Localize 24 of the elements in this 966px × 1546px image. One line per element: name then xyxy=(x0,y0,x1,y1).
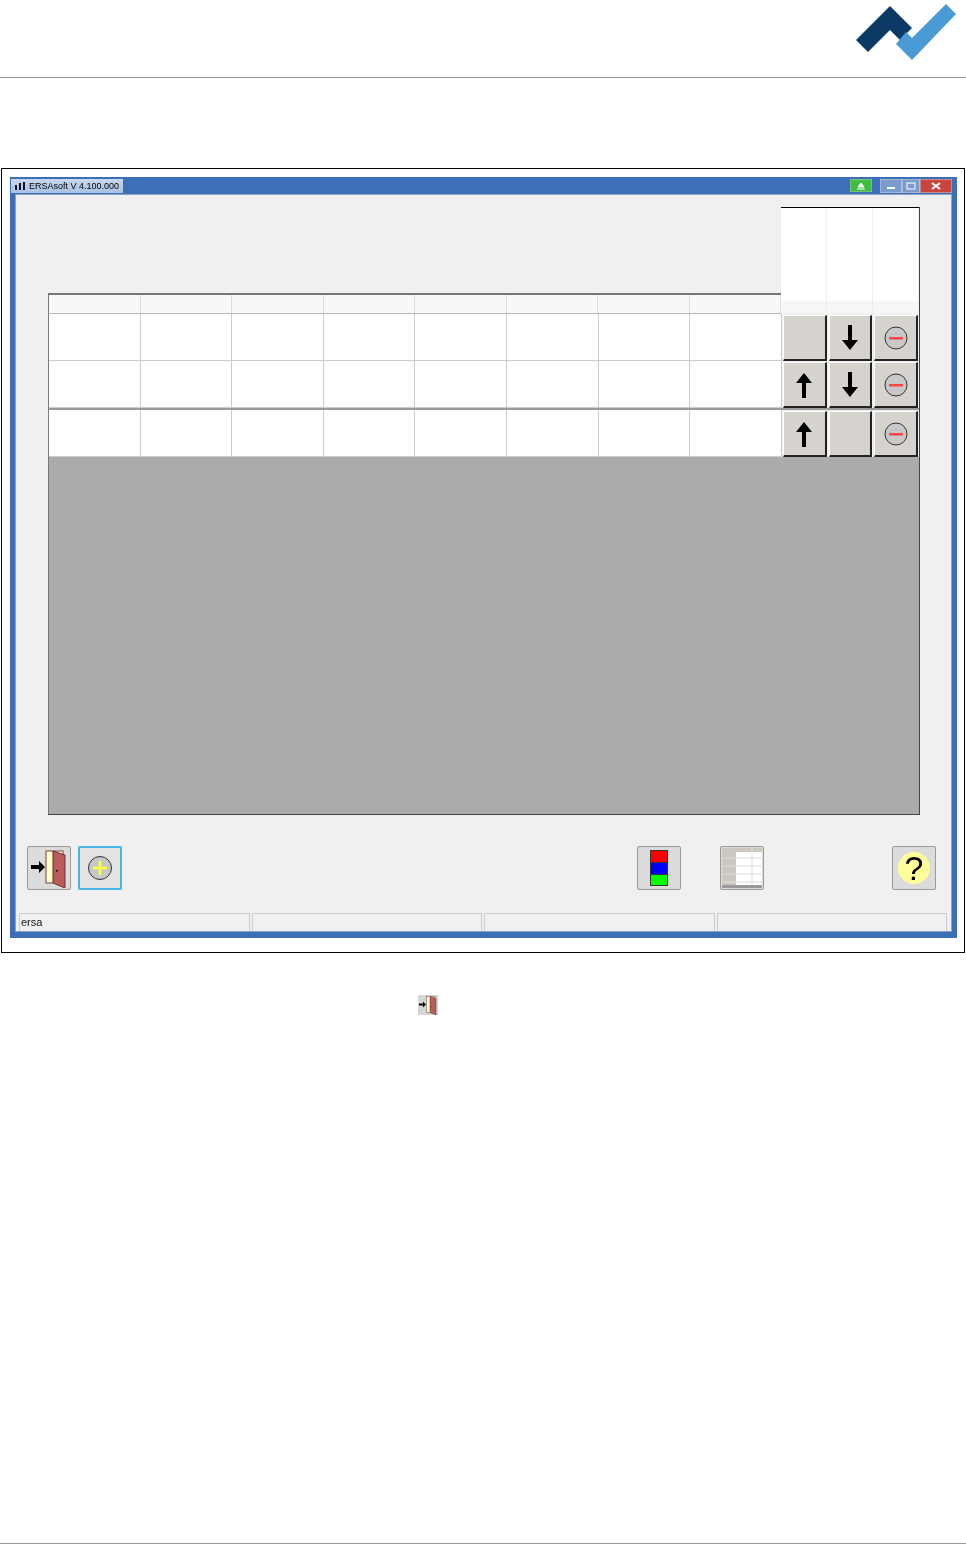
remove-button[interactable] xyxy=(874,315,918,361)
window-controls-icon[interactable] xyxy=(880,178,952,193)
help-circle-icon xyxy=(898,852,930,884)
exit-button[interactable] xyxy=(27,846,71,890)
remove-button[interactable] xyxy=(874,411,918,457)
colors-button[interactable] xyxy=(637,846,681,890)
add-icon xyxy=(87,855,113,881)
move-up-button[interactable] xyxy=(782,362,827,408)
add-button[interactable] xyxy=(78,846,122,890)
blank-button[interactable] xyxy=(782,315,827,361)
help-button[interactable]: ? xyxy=(892,846,936,890)
bar-chart-icon xyxy=(15,181,26,190)
move-down-button[interactable] xyxy=(828,362,873,408)
blank-button[interactable] xyxy=(828,411,873,457)
exit-door-icon xyxy=(29,848,69,888)
table-button[interactable] xyxy=(720,846,764,890)
status-text: ersa xyxy=(19,913,250,931)
window-title: ERSAsoft V 4.100.000 xyxy=(11,178,124,193)
move-up-button[interactable] xyxy=(782,411,827,457)
move-down-button[interactable] xyxy=(828,315,873,361)
color-bars-icon xyxy=(650,850,668,886)
exit-door-icon xyxy=(418,995,438,1015)
table-icon xyxy=(722,848,762,888)
remove-button[interactable] xyxy=(874,362,918,408)
